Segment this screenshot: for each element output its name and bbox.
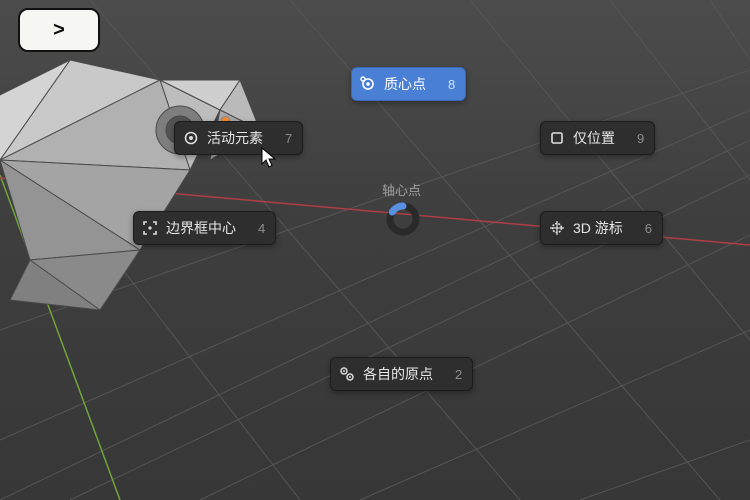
pie-item-3d-cursor[interactable]: 3D 游标 6 <box>540 211 663 245</box>
active-element-icon <box>183 130 199 146</box>
pie-item-key: 4 <box>258 221 265 236</box>
pie-item-bbox-center[interactable]: 边界框中心 4 <box>133 211 276 245</box>
pie-item-key: 8 <box>448 77 455 92</box>
pie-menu-title: 轴心点 <box>382 180 421 199</box>
shortcut-key-button[interactable]: > <box>18 8 100 52</box>
pie-item-individual-origins[interactable]: 各自的原点 2 <box>330 357 473 391</box>
individual-origins-icon <box>339 366 355 382</box>
pie-item-key: 9 <box>637 131 644 146</box>
only-location-icon <box>549 130 565 146</box>
bbox-center-icon <box>142 220 158 236</box>
pie-item-key: 2 <box>455 367 462 382</box>
pie-item-key: 6 <box>645 221 652 236</box>
shortcut-key-label: > <box>53 19 65 42</box>
blender-3d-viewport[interactable]: > 质心点 8 活动元素 7 仅位置 9 边界框中心 4 <box>0 0 750 500</box>
pie-item-median-point[interactable]: 质心点 8 <box>351 67 466 101</box>
pie-item-label: 质心点 <box>384 74 426 94</box>
mesh-object <box>0 20 280 320</box>
cursor-3d-icon <box>549 220 565 236</box>
pie-item-key: 7 <box>285 131 292 146</box>
pie-item-active-element[interactable]: 活动元素 7 <box>174 121 303 155</box>
pie-menu-dial <box>384 200 422 238</box>
pie-item-label: 活动元素 <box>207 128 263 148</box>
median-point-icon <box>360 76 376 92</box>
pie-item-only-location[interactable]: 仅位置 9 <box>540 121 655 155</box>
pie-item-label: 3D 游标 <box>573 218 623 238</box>
pie-item-label: 仅位置 <box>573 128 615 148</box>
pie-item-label: 各自的原点 <box>363 364 433 384</box>
pie-item-label: 边界框中心 <box>166 218 236 238</box>
